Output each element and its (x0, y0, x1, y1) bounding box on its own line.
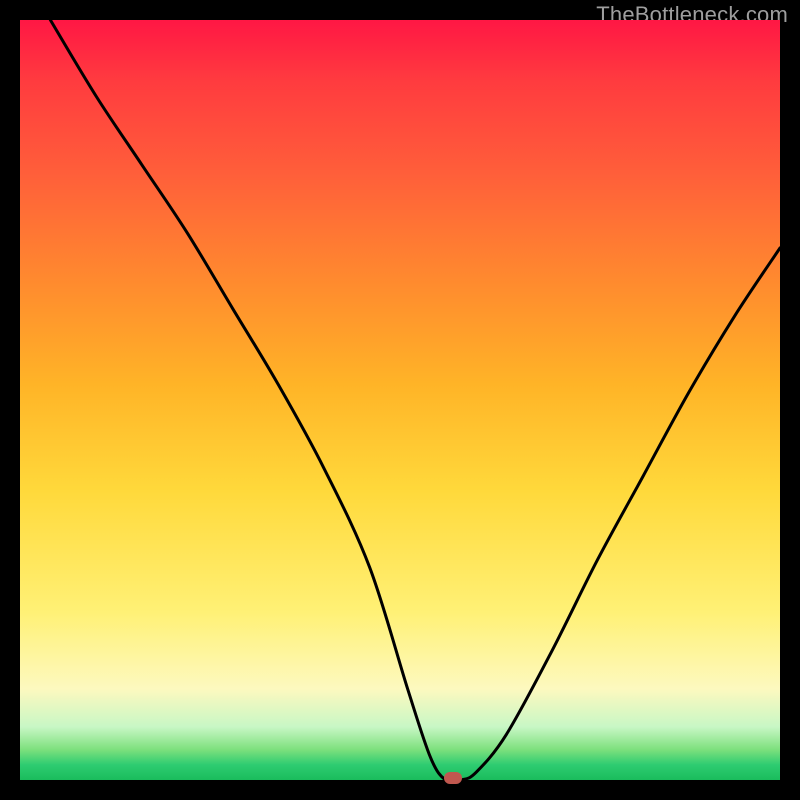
curve-path (50, 20, 780, 782)
chart-frame: TheBottleneck.com (0, 0, 800, 800)
bottleneck-curve (20, 20, 780, 780)
plot-area (20, 20, 780, 780)
optimal-marker (444, 772, 462, 784)
